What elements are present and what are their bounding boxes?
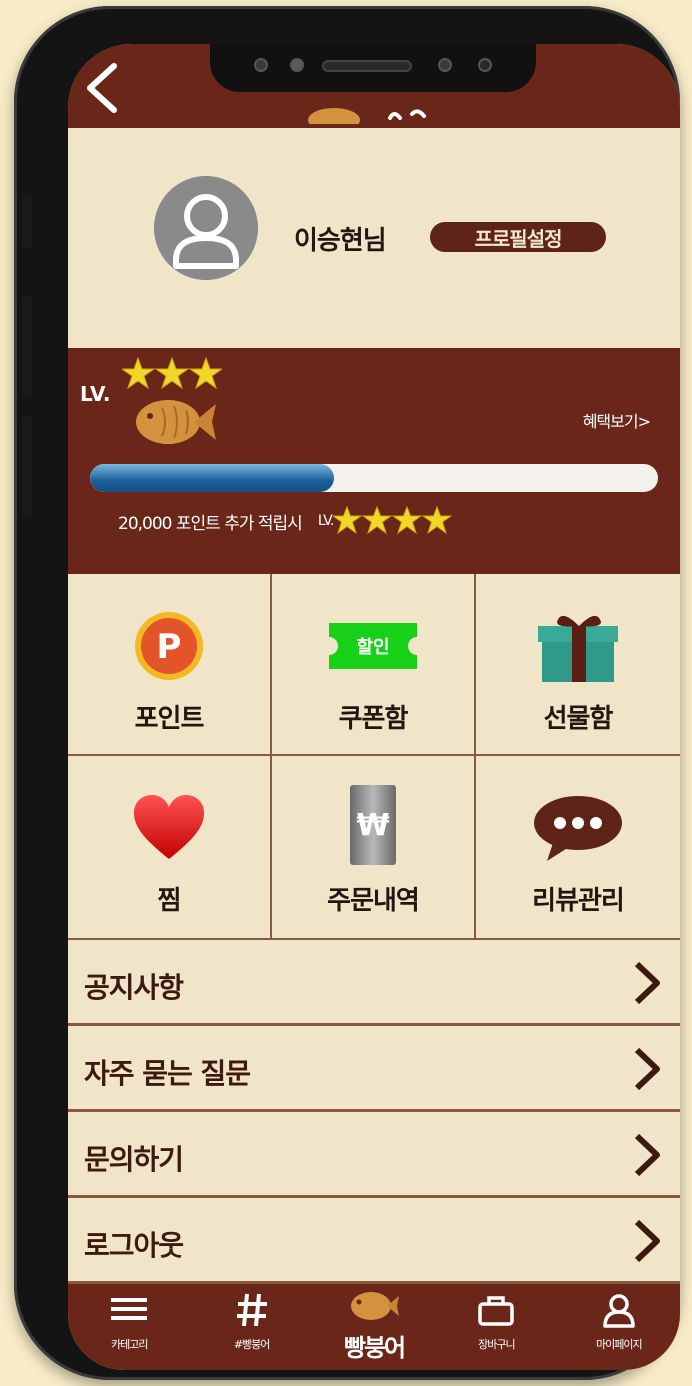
fish-bread-icon	[136, 400, 216, 444]
gift-box-icon	[538, 615, 618, 682]
sensor-dot	[478, 58, 492, 72]
profile-section: 이승현님 프로필설정	[68, 128, 680, 348]
next-level-stars-icon	[333, 506, 453, 535]
grid-item-label: 주문내역	[327, 886, 420, 916]
basket-icon	[478, 1296, 515, 1326]
speech-bubble-icon	[534, 796, 622, 861]
benefit-link[interactable]: 혜택보기>	[583, 408, 651, 432]
menu-list: 공지사항 자주 묻는 질문 문의하기 로그아웃	[68, 940, 680, 1284]
fish-bread-logo	[351, 1292, 400, 1320]
menu-item-notice[interactable]: 공지사항	[68, 940, 680, 1026]
level-progress-bar	[90, 464, 658, 492]
level-label: LV.	[80, 382, 111, 406]
next-level-info: 20,000 포인트 추가 적립시 LV.	[118, 506, 453, 536]
chevron-right-icon	[634, 1133, 660, 1177]
grid-item-coupon[interactable]: 할인 쿠폰함	[272, 574, 476, 756]
svg-text:P: P	[157, 627, 182, 667]
nav-brand-label: 빵붕어	[343, 1333, 406, 1362]
menu-item-inquiry[interactable]: 문의하기	[68, 1112, 680, 1198]
avatar[interactable]	[154, 176, 258, 280]
chevron-right-icon	[634, 1047, 660, 1091]
level-section: LV. 혜택보기> 20,000 포인트 추가 적립시 LV.	[68, 348, 680, 574]
grid-item-label: 쿠폰함	[338, 704, 409, 734]
won-symbol: ₩	[356, 808, 389, 843]
won-receipt-icon: ₩	[350, 785, 396, 865]
app-screen: 이승현님 프로필설정 LV. 혜택보기> 20,000 포인트 추가 적립시 L…	[68, 44, 680, 1370]
default-avatar-icon	[154, 176, 258, 280]
menu-item-faq[interactable]: 자주 묻는 질문	[68, 1026, 680, 1112]
point-coin-icon: P	[135, 612, 203, 680]
phone-side-button	[22, 416, 32, 516]
camera-notch	[210, 44, 536, 92]
phone-side-button	[22, 196, 32, 248]
grid-item-label: 선물함	[543, 704, 614, 734]
nav-label: 카테고리	[110, 1338, 148, 1351]
next-level-label: LV.	[317, 513, 335, 529]
menu-item-logout[interactable]: 로그아웃	[68, 1198, 680, 1284]
level-stars-icon	[122, 356, 222, 390]
sensor-dot	[254, 58, 268, 72]
nav-item-home-logo[interactable]: 빵붕어	[313, 1284, 435, 1370]
bottom-navigation: 카테고리 #빵붕어 빵붕어 장바구니 마이페이지	[68, 1284, 680, 1370]
person-icon	[603, 1294, 635, 1328]
nav-item-mypage[interactable]: 마이페이지	[558, 1284, 680, 1370]
shortcut-grid: P 포인트 할인 쿠폰함 선물함 찜 ₩ 주문내역 리뷰관리	[68, 574, 680, 940]
level-progress-fill	[90, 464, 335, 492]
username: 이승현님	[294, 226, 387, 256]
nav-item-hashtag[interactable]: #빵붕어	[190, 1284, 312, 1370]
next-level-text: 20,000 포인트 추가 적립시	[118, 513, 303, 534]
menu-item-label: 공지사항	[84, 971, 184, 1004]
phone-side-button	[22, 296, 32, 396]
sensor-dot	[438, 58, 452, 72]
nav-label: #빵붕어	[233, 1338, 271, 1351]
heart-icon	[134, 795, 204, 859]
grid-item-label: 포인트	[134, 704, 205, 734]
grid-item-gift[interactable]: 선물함	[476, 574, 680, 756]
grid-item-wishlist[interactable]: 찜	[68, 756, 272, 940]
chevron-right-icon	[634, 961, 660, 1005]
profile-settings-button[interactable]: 프로필설정	[430, 222, 606, 252]
menu-item-label: 문의하기	[84, 1143, 184, 1176]
nav-label: 마이페이지	[596, 1338, 643, 1351]
phone-frame: 이승현님 프로필설정 LV. 혜택보기> 20,000 포인트 추가 적립시 L…	[14, 6, 680, 1380]
chevron-right-icon	[634, 1219, 660, 1263]
nav-item-cart[interactable]: 장바구니	[435, 1284, 557, 1370]
grid-item-reviews[interactable]: 리뷰관리	[476, 756, 680, 940]
nav-label: 장바구니	[478, 1338, 515, 1351]
coupon-badge-text: 할인	[356, 636, 389, 658]
grid-item-point[interactable]: P 포인트	[68, 574, 272, 756]
coupon-icon: 할인	[329, 623, 417, 669]
camera-dot	[290, 58, 304, 72]
menu-item-label: 자주 묻는 질문	[84, 1057, 251, 1090]
grid-item-orders[interactable]: ₩ 주문내역	[272, 756, 476, 940]
earpiece-speaker	[322, 60, 412, 72]
hashtag-icon	[236, 1293, 267, 1327]
grid-item-label: 찜	[157, 886, 182, 916]
back-arrow-icon[interactable]	[82, 62, 122, 114]
grid-item-label: 리뷰관리	[532, 886, 625, 916]
menu-item-label: 로그아웃	[84, 1229, 184, 1262]
hamburger-icon	[111, 1298, 148, 1320]
nav-item-category[interactable]: 카테고리	[68, 1284, 190, 1370]
